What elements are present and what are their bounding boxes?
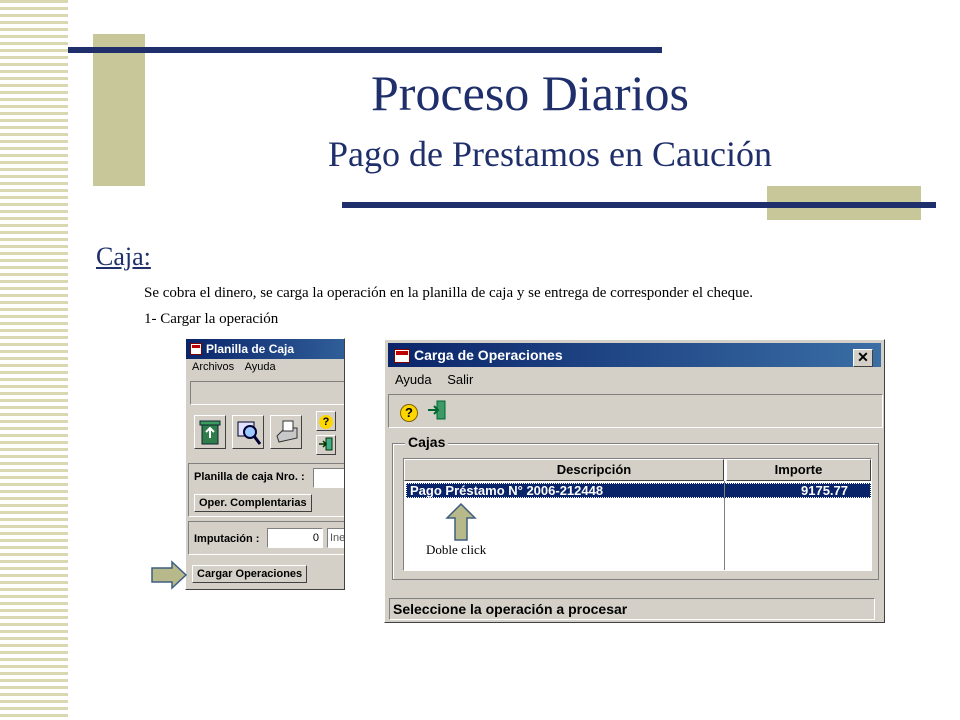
- slide-title: Proceso Diarios: [371, 65, 689, 121]
- planilla-de-caja-window: Planilla de Caja Archivos Ayuda ? Planil…: [185, 338, 345, 590]
- window-app-icon: [394, 349, 410, 363]
- doble-click-annotation: Doble click: [426, 542, 487, 557]
- table-row[interactable]: Pago Préstamo N° 2006-212448 9175.77: [406, 483, 871, 498]
- carga-de-operaciones-window: Carga de Operaciones ✕ Ayuda Salir ? Caj…: [384, 339, 885, 623]
- search-button[interactable]: [232, 415, 264, 449]
- imputacion-field[interactable]: 0: [267, 528, 323, 548]
- planilla-titlebar: Planilla de Caja: [186, 339, 344, 359]
- arrow-right-icon: [151, 560, 188, 590]
- oper-complementarias-button[interactable]: Oper. Complentarias: [194, 494, 312, 512]
- help-icon: ?: [400, 404, 418, 422]
- planilla-section: Planilla de caja Nro. : Oper. Complentar…: [188, 463, 344, 517]
- imputacion-label: Imputación :: [194, 533, 260, 545]
- cajas-group-label: Cajas: [405, 434, 449, 450]
- exit-icon: [319, 437, 333, 451]
- menu-archivos[interactable]: Archivos: [192, 361, 234, 373]
- status-bar: Seleccione la operación a procesar: [389, 598, 875, 620]
- column-header-importe[interactable]: Importe: [726, 459, 871, 481]
- step-text: 1- Cargar la operación: [144, 311, 279, 327]
- column-divider: [724, 481, 725, 570]
- planilla-toolbar: ?: [190, 409, 344, 459]
- planilla-number-field[interactable]: [313, 468, 344, 488]
- imputacion-section: Imputación : 0 Ine: [188, 521, 344, 555]
- menu-salir[interactable]: Salir: [447, 372, 473, 387]
- help-button[interactable]: ?: [397, 399, 421, 423]
- close-button[interactable]: ✕: [853, 349, 873, 367]
- decorative-line-top: [68, 47, 662, 53]
- recycle-icon: [199, 420, 221, 445]
- imputacion-extra-field[interactable]: Ine: [327, 528, 344, 548]
- exit-button[interactable]: [425, 399, 449, 423]
- carga-toolbar: ?: [388, 394, 883, 428]
- search-icon: [237, 421, 262, 445]
- caja-heading: Caja:: [96, 242, 151, 271]
- decorative-line-bottom: [342, 202, 936, 208]
- help-icon: ?: [319, 415, 333, 429]
- recycle-button[interactable]: [194, 415, 226, 449]
- exit-button[interactable]: [316, 435, 336, 455]
- cargar-operaciones-button[interactable]: Cargar Operaciones: [192, 565, 308, 583]
- planilla-title: Planilla de Caja: [206, 342, 295, 356]
- carga-menubar: Ayuda Salir: [395, 372, 485, 387]
- planilla-menubar: Archivos Ayuda: [192, 361, 284, 373]
- carga-title: Carga de Operaciones: [414, 347, 563, 363]
- menu-ayuda[interactable]: Ayuda: [395, 372, 432, 387]
- carga-titlebar: Carga de Operaciones ✕: [388, 343, 881, 367]
- menu-ayuda[interactable]: Ayuda: [245, 361, 276, 373]
- close-icon: ✕: [857, 349, 869, 365]
- arrow-up-icon: [445, 502, 477, 541]
- planilla-number-label: Planilla de caja Nro. :: [194, 471, 305, 483]
- column-header-descripcion[interactable]: Descripción: [404, 459, 724, 481]
- row-importe: 9175.77: [801, 483, 848, 498]
- window-app-icon: [190, 343, 202, 355]
- print-button[interactable]: [270, 415, 302, 449]
- exit-icon: [428, 400, 446, 420]
- help-button[interactable]: ?: [316, 411, 336, 431]
- planilla-empty-bar: [190, 381, 344, 405]
- row-descripcion: Pago Préstamo N° 2006-212448: [410, 483, 604, 498]
- description-text: Se cobra el dinero, se carga la operació…: [144, 285, 754, 301]
- printer-icon: [276, 420, 298, 443]
- slide-subtitle: Pago de Prestamos en Caución: [328, 134, 772, 174]
